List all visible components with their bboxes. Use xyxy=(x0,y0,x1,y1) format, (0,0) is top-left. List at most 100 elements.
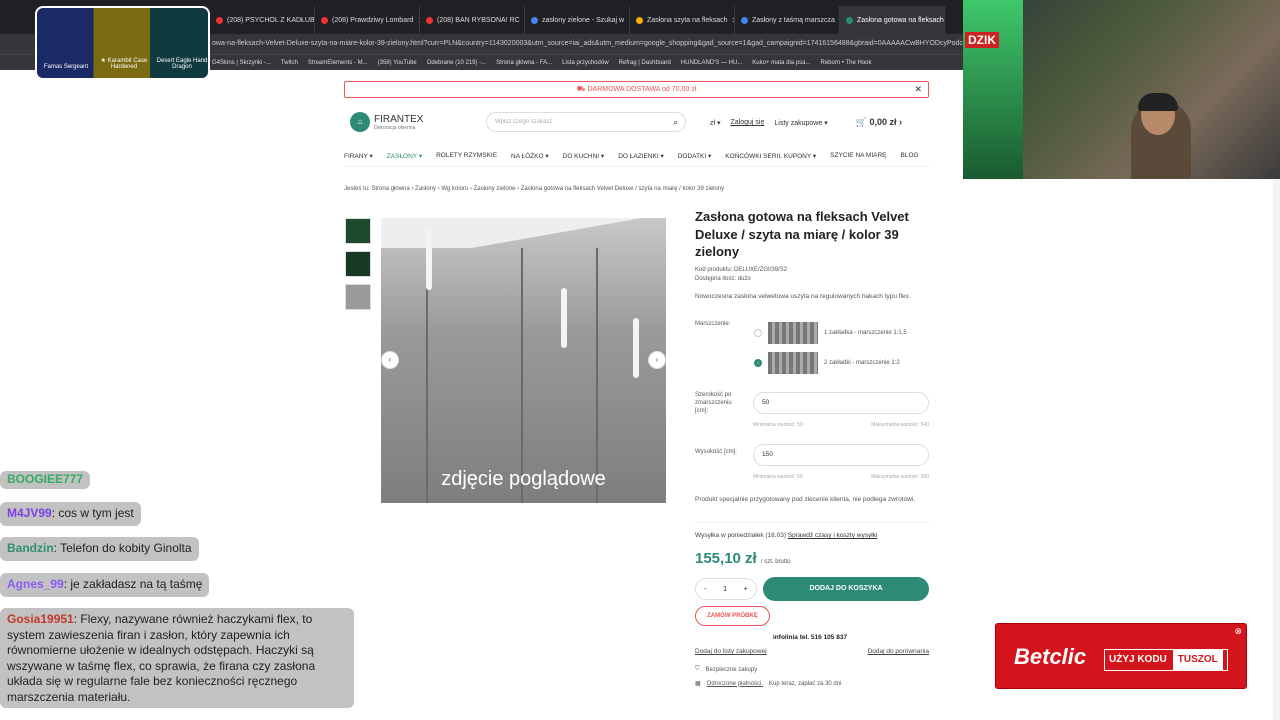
shipping-link[interactable]: Sprawdź czasy i koszty wysyłki xyxy=(788,532,878,539)
promo-code: UŻYJ KODU TUSZOL xyxy=(1104,649,1228,671)
divider xyxy=(344,166,929,167)
order-sample-button[interactable]: ZAMÓW PRÓBKĘ xyxy=(695,606,770,626)
breadcrumb: Jesteś tu: Strona główna › Zasłony › Wg … xyxy=(344,186,725,192)
bookmark-item[interactable]: (358) YouTube xyxy=(378,60,417,66)
cart-button[interactable]: 🛒 0,00 zł › xyxy=(856,117,902,128)
skin-label: ★ Karambit Case Hardened xyxy=(100,58,148,70)
search-icon[interactable]: ⌕ xyxy=(673,113,678,131)
google-icon xyxy=(531,16,538,24)
shield-icon: ⛉ xyxy=(695,666,700,672)
product-title: Zasłona gotowa na fleksach Velvet Deluxe… xyxy=(695,209,909,259)
menu-item-dodatki[interactable]: DODATKI ▾ xyxy=(678,152,712,160)
cart-icon: 🛒 xyxy=(855,117,867,127)
bookmark-item[interactable]: Reborn • The Hook xyxy=(821,60,872,66)
width-label: Szerokość po zmarszczeniu [cm]: xyxy=(695,392,732,414)
google-icon xyxy=(741,16,748,24)
bookmark-icon xyxy=(636,16,643,24)
menu-item-do-kuchni[interactable]: DO KUCHNI ▾ xyxy=(563,152,605,160)
logo-icon: ⌂ xyxy=(350,112,370,132)
browser-tab[interactable]: (208) PSYCHOL Z KADŁUB✕ xyxy=(210,6,315,34)
quantity-value[interactable]: 1 xyxy=(723,586,727,593)
green-light xyxy=(963,0,1023,179)
dzik-logo: DZIK xyxy=(965,32,999,48)
product-thumbnail[interactable] xyxy=(345,284,371,310)
hotline: infolinia tel. 516 105 837 xyxy=(773,634,848,641)
browser-tab-active[interactable]: Zasłona gotowa na fleksach✕ xyxy=(840,6,945,34)
free-shipping-banner: ⛟ DARMOWA DOSTAWA od 70,00 zł ✕ xyxy=(344,81,929,98)
height-input[interactable]: 150 xyxy=(753,444,929,466)
decrement-button[interactable]: - xyxy=(704,586,706,593)
menu-item-koncowki[interactable]: KOŃCÓWKI SERII, KUPONY ▾ xyxy=(725,152,816,160)
special-order-note: Produkt specjalnie przygotowany pod zlec… xyxy=(695,496,916,503)
bookmark-item[interactable]: Refrag | Dashboard xyxy=(619,60,671,66)
bookmark-item[interactable]: Lista przychodów xyxy=(562,60,608,66)
chat-message: BOOGIEE777 xyxy=(0,471,91,489)
browser-tab[interactable]: (208) BAN RYBSONA! RC✕ xyxy=(420,6,525,34)
gather-swatch xyxy=(768,352,818,374)
betclic-logo: Betclic xyxy=(1014,644,1087,669)
product-links: Dodaj do listy zakupowej Dodaj do porówn… xyxy=(695,648,929,655)
product-thumbnail[interactable] xyxy=(345,218,371,244)
chat-message: Agnes_99: je zakładasz na tą taśmę xyxy=(0,573,210,597)
radio-button-selected[interactable] xyxy=(754,359,762,367)
add-to-list-link[interactable]: Dodaj do listy zakupowej xyxy=(695,648,767,655)
divider xyxy=(695,522,929,523)
youtube-icon xyxy=(426,16,433,24)
menu-item-na-lozko[interactable]: NA ŁÓŻKO ▾ xyxy=(511,152,549,160)
deferred-payments-link[interactable]: Odroczone płatności. xyxy=(707,681,763,687)
calendar-icon: ▦ xyxy=(695,681,701,687)
menu-item-rolety[interactable]: ROLETY RZYMSKIE xyxy=(436,152,497,160)
menu-item-zaslony[interactable]: ZASŁONY ▾ xyxy=(387,152,422,160)
bookmark-item[interactable]: StreamElements - M... xyxy=(308,60,368,66)
image-caption: zdjęcie poglądowe xyxy=(441,468,606,490)
browser-tab[interactable]: Zasłony z taśmą marszcza✕ xyxy=(735,6,840,34)
menu-item-firany[interactable]: FIRANY ▾ xyxy=(344,152,373,160)
chat-message: Bandzin: Telefon do kobity Ginolta xyxy=(0,537,199,561)
browser-tab[interactable]: (208) Prawdziwy Lombard✕ xyxy=(315,6,420,34)
prev-image-button[interactable]: ‹ xyxy=(381,351,399,369)
bookmark-item[interactable]: Strona główna - FA... xyxy=(496,60,552,66)
product-thumbnail[interactable] xyxy=(345,251,371,277)
add-to-cart-button[interactable]: DODAJ DO KOSZYKA xyxy=(763,577,929,601)
currency-select[interactable]: zł ▾ xyxy=(710,119,721,127)
gather-label: Marszczenie: xyxy=(695,321,731,327)
gather-swatch xyxy=(768,322,818,344)
height-label: Wysokość [cm]: xyxy=(695,449,737,455)
quantity-stepper[interactable]: - 1 + xyxy=(695,578,757,600)
header-actions: zł ▾ Zaloguj się Listy zakupowe ▾ 🛒 0,00… xyxy=(710,117,902,128)
scrollbar[interactable] xyxy=(1273,180,1280,720)
product-main-image[interactable]: zdjęcie poglądowe xyxy=(381,218,666,503)
bookmark-item[interactable]: HUNDLAND'S — HU... xyxy=(681,60,743,66)
menu-item-szycie[interactable]: SZYCIE NA MIARĘ xyxy=(830,152,886,160)
radio-button[interactable] xyxy=(754,329,762,337)
browser-tab[interactable]: zasłony zielone - Szukaj w✕ xyxy=(525,6,630,34)
width-input[interactable]: 50 xyxy=(753,392,929,414)
close-icon[interactable]: ✕ xyxy=(914,82,922,97)
product-availability: Dostępna ilość: dużo xyxy=(695,276,751,282)
curtain-fold xyxy=(596,248,598,503)
bookmark-item[interactable]: Odebrane (10 219) -... xyxy=(427,60,486,66)
login-link[interactable]: Zaloguj się xyxy=(731,119,765,126)
next-image-button[interactable]: › xyxy=(648,351,666,369)
betclic-ad[interactable]: ⊗ Betclic UŻYJ KODU TUSZOL xyxy=(995,623,1247,689)
youtube-icon xyxy=(321,16,328,24)
wishlists-link[interactable]: Listy zakupowe ▾ xyxy=(774,119,827,127)
feature-deferred: ▦ Odroczone płatności. Kup teraz, zapłać z… xyxy=(695,680,842,688)
bookmark-item[interactable]: G4Skins | Skrzynki -... xyxy=(212,60,271,66)
close-icon[interactable]: ⊗ xyxy=(1234,626,1242,637)
browser-tab[interactable]: Zasłona szyta na fleksach✕ xyxy=(630,6,735,34)
add-to-compare-link[interactable]: Dodaj do porównania xyxy=(868,648,929,655)
truck-icon: ⛟ xyxy=(576,86,588,93)
bookmark-item[interactable]: Kuko+ mata dla psa... xyxy=(752,60,810,66)
product-price: 155,10 zł / szt. brutto xyxy=(695,550,791,567)
bookmark-item[interactable]: Twitch xyxy=(281,60,298,66)
gather-option-1[interactable]: 1 zakładka - marszczenie 1:1,5 xyxy=(754,322,907,344)
search-input[interactable]: Wpisz czego szukasz ⌕ xyxy=(486,112,686,132)
increment-button[interactable]: + xyxy=(744,586,748,593)
chat-message: M4JV99: cos w tym jest xyxy=(0,502,141,526)
menu-item-do-lazienki[interactable]: DO ŁAZIENKI ▾ xyxy=(618,152,664,160)
menu-item-blog[interactable]: BLOG xyxy=(901,152,919,160)
site-logo[interactable]: ⌂ FIRANTEX Dekoracja okienna xyxy=(350,112,423,132)
width-hint: Minimalna wartość: 50 Maksymalna wartość:… xyxy=(753,422,929,428)
gather-option-2[interactable]: 2 zakładki - marszczenie 1:2 xyxy=(754,352,900,374)
